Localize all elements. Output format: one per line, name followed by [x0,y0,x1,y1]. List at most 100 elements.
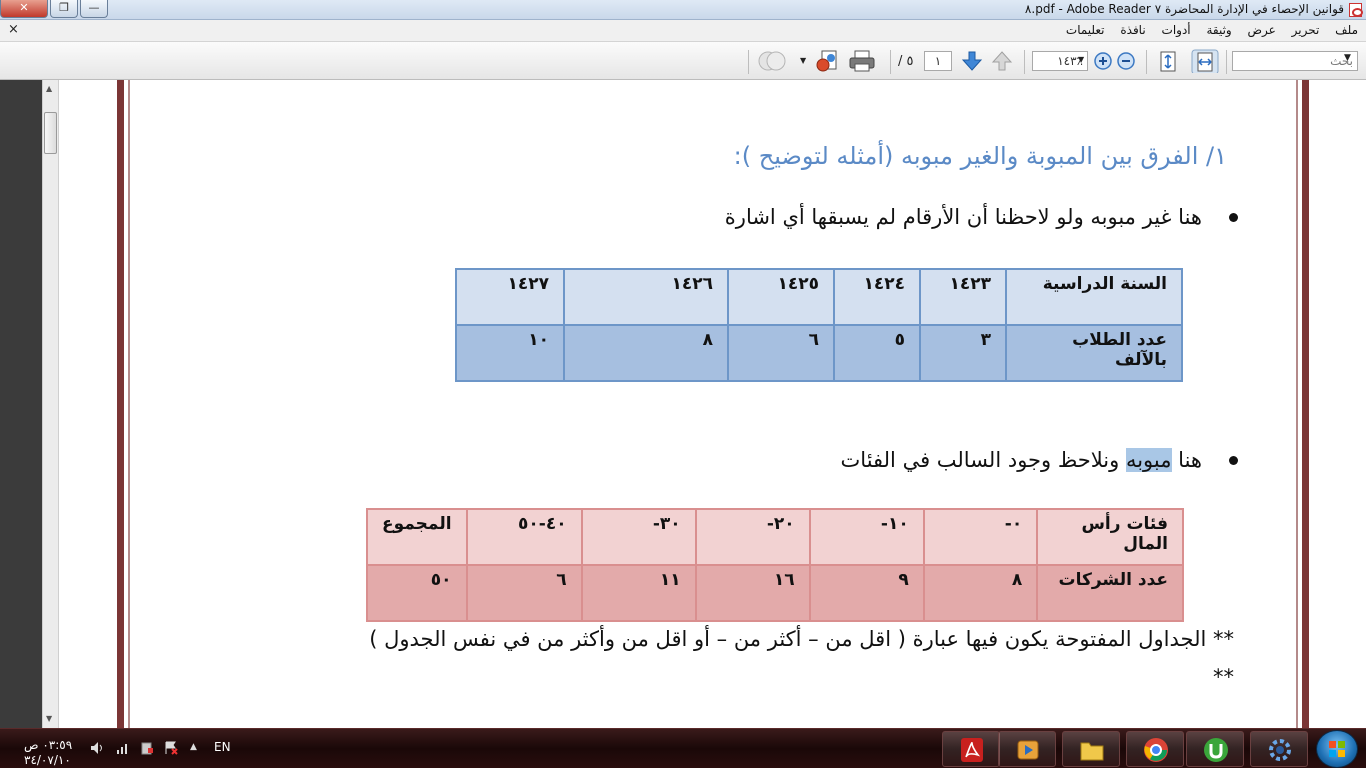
table-cell: عدد الشركات [1036,564,1184,622]
table-cell: ١١ [580,564,697,622]
bullet-text: هنا غير مبوبه ولو لاحظنا أن الأرقام لم ي… [724,205,1202,229]
bullet-point: هنا غير مبوبه ولو لاحظنا أن الأرقام لم ي… [724,205,1238,229]
scroll-up-icon[interactable]: ▲ [46,84,52,93]
toolbar-separator [1226,50,1227,74]
collaborate-icon[interactable] [756,49,788,73]
table-cell: ٤٠-٥٠ [465,508,583,566]
previous-page-icon[interactable] [990,49,1014,73]
toolbar-separator [1024,50,1025,74]
page-count: / ٥ [898,54,914,69]
show-hidden-icons-icon[interactable]: ▲ [190,742,197,752]
close-window-button[interactable]: ✕ [0,0,48,18]
search-dropdown-icon[interactable]: ▼ [1344,53,1351,63]
navigation-panel [0,80,42,748]
table-cell: ٣ [919,324,1007,382]
start-button[interactable] [1316,730,1358,768]
minimize-window-button[interactable]: — [80,0,108,18]
clock-time[interactable]: ٠٣:٥٩ ص [24,738,72,752]
clock-date[interactable]: ٣٤/٠٧/١٠ [24,753,71,767]
gear-icon [1269,739,1291,761]
table-cell: فئات رأس المال [1036,508,1184,566]
print-icon[interactable] [848,49,876,73]
create-pdf-icon[interactable] [814,49,840,73]
toolbar: بحث ▼ ١٤٣٪ ▼ ١ / ٥ ▼ [0,42,1366,80]
device-icon[interactable] [140,741,154,755]
table-cell: ٩ [808,564,925,622]
section-heading: ١/ الفرق بين المبوبة والغير مبوبه (أمثله… [733,142,1227,170]
adobe-reader-icon [961,738,983,762]
vertical-scrollbar[interactable]: ▲ ▼ [42,80,59,728]
zoom-dropdown-icon[interactable]: ▼ [1078,55,1084,64]
table-cell: ١٠- [808,508,925,566]
table-cell: ٥ [833,324,921,382]
note-paragraph: ** الجداول المفتوحة يكون فيها عبارة ( اق… [369,627,1234,689]
bullet-text: ونلاحظ وجود السالب في الفئات [840,448,1126,472]
table-cell: المجموع [366,508,468,566]
window-title: قوانين الإحصاء في الإدارة المحاضرة ٧ pdf… [1024,2,1344,16]
language-indicator[interactable]: EN [214,740,231,754]
close-document-button[interactable]: × [8,22,19,37]
bullet-point: هنا مبوبه ونلاحظ وجود السالب في الفئات [840,448,1238,472]
highlighted-word: مبوبه [1125,448,1172,472]
menu-view[interactable]: عرض [1244,20,1280,40]
volume-icon[interactable] [90,741,104,755]
scrollbar-thumb[interactable] [44,112,57,154]
pdf-page: ١/ الفرق بين المبوبة والغير مبوبه (أمثله… [117,80,1309,728]
create-dropdown-icon[interactable]: ▼ [800,56,806,65]
adobe-reader-icon [1349,3,1363,17]
search-input[interactable]: بحث [1232,51,1358,71]
menu-file[interactable]: ملف [1331,20,1362,40]
zoom-out-icon[interactable] [1115,49,1137,73]
page-number-input[interactable]: ١ [924,51,952,71]
taskbar-utorrent[interactable] [1186,731,1244,767]
table-row: فئات رأس المال ٠- ١٠- ٢٠- ٣٠- ٤٠-٥٠ المج… [366,508,1184,566]
taskbar-adobe-reader[interactable] [942,731,1000,767]
toolbar-separator [1146,50,1147,74]
taskbar: ٠٣:٥٩ ص ٣٤/٠٧/١٠ ▲ EN [0,728,1366,768]
table-cell: ٦ [465,564,583,622]
minimize-icon: — [88,1,100,14]
table-cell: ٨ [563,324,729,382]
table-cell: السنة الدراسية [1005,268,1183,326]
toolbar-separator [890,50,891,74]
table-cell: ١٤٢٤ [833,268,921,326]
table-cell: ١٤٢٥ [727,268,835,326]
table-cell: ١٤٢٧ [455,268,565,326]
windows-logo-icon [1329,741,1345,757]
fit-width-icon[interactable] [1190,49,1220,73]
table-cell: عدد الطلاب بالآلف [1005,324,1183,382]
table-cell: ١٤٢٣ [919,268,1007,326]
title-bar: ✕ ❐ — قوانين الإحصاء في الإدارة المحاضرة… [0,0,1366,20]
table-row: عدد الطلاب بالآلف ٣ ٥ ٦ ٨ ١٠ [455,324,1183,382]
close-icon: ✕ [19,1,29,14]
menu-window[interactable]: نافذة [1116,20,1149,40]
menu-edit[interactable]: تحرير [1288,20,1324,40]
menu-help[interactable]: تعليمات [1062,20,1109,40]
toolbar-separator [748,50,749,74]
scroll-down-icon[interactable]: ▼ [46,714,52,723]
table-cell: ١٤٢٦ [563,268,729,326]
fit-page-icon[interactable] [1155,49,1181,73]
zoom-in-icon[interactable] [1092,49,1114,73]
table-row: عدد الشركات ٨ ٩ ١٦ ١١ ٦ ٥٠ [366,564,1184,622]
table-cell: ٣٠- [580,508,697,566]
taskbar-chrome[interactable] [1126,731,1184,767]
taskbar-media-player[interactable] [998,731,1056,767]
folder-icon [1080,742,1104,761]
maximize-window-button[interactable]: ❐ [50,0,78,18]
table-cell: ٥٠ [366,564,468,622]
chrome-icon [1144,738,1168,762]
document-viewport: ١/ الفرق بين المبوبة والغير مبوبه (أمثله… [59,80,1366,728]
next-page-icon[interactable] [960,49,984,73]
table-cell: ٦ [727,324,835,382]
table-cell: ١٠ [455,324,565,382]
action-center-icon[interactable] [164,741,178,755]
network-icon[interactable] [116,741,130,755]
table-cell: ٠- [922,508,1039,566]
menu-document[interactable]: وثيقة [1202,20,1235,40]
utorrent-icon [1204,738,1228,762]
taskbar-file-explorer[interactable] [1062,731,1120,767]
table-cell: ١٦ [694,564,811,622]
taskbar-settings-app[interactable] [1250,731,1308,767]
menu-tools[interactable]: أدوات [1158,20,1195,40]
